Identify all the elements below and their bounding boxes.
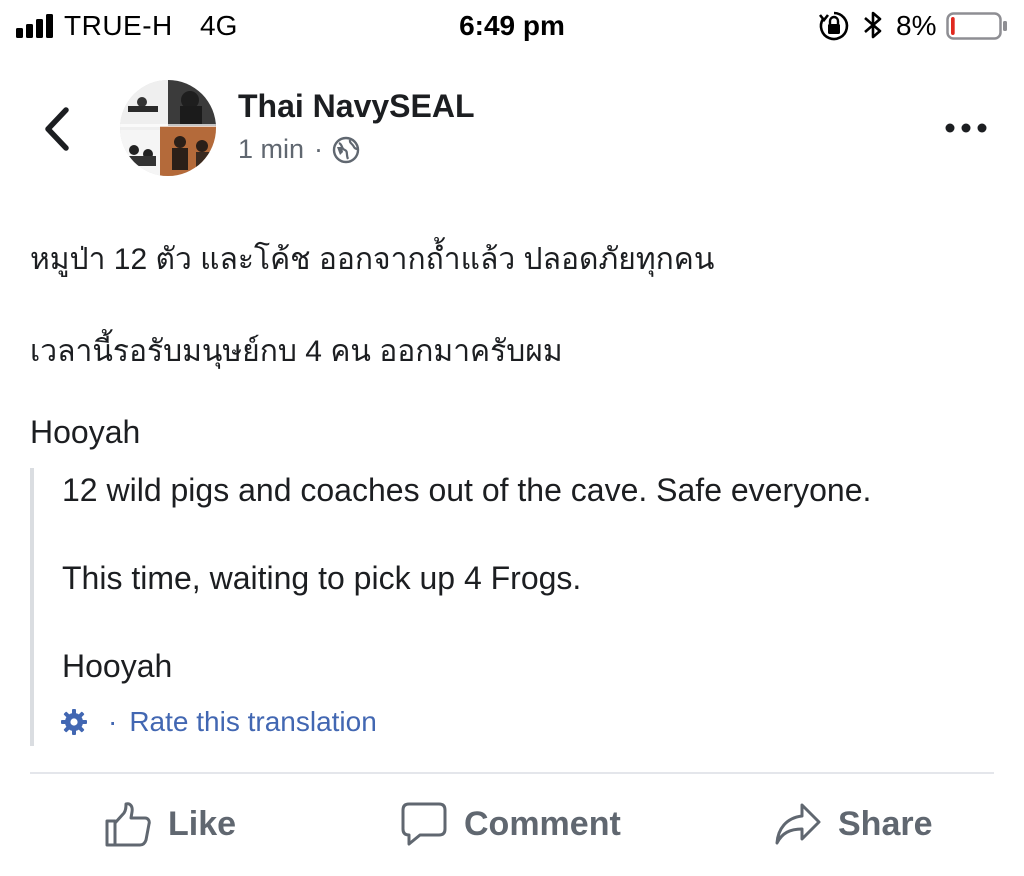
divider <box>30 772 994 774</box>
globe-icon <box>332 136 360 163</box>
page-avatar[interactable] <box>120 80 216 176</box>
translation-footer: · Rate this translation <box>60 706 377 738</box>
facebook-post-screen: TRUE-H 4G 6:49 pm 8% Thai NavySEAL 1 min… <box>0 0 1024 876</box>
share-button[interactable]: Share <box>774 800 933 848</box>
meta-separator: · <box>314 134 324 164</box>
translation-line: This time, waiting to pick up 4 Frogs. <box>62 560 582 596</box>
translation-line: 12 wild pigs and coaches out of the cave… <box>62 472 872 508</box>
post-timestamp[interactable]: 1 min <box>238 134 304 165</box>
thumbs-up-icon <box>105 802 151 847</box>
rotation-lock-icon <box>818 11 849 41</box>
footer-separator: · <box>108 706 118 737</box>
status-bar: TRUE-H 4G 6:49 pm 8% <box>0 0 1024 56</box>
post-meta: 1 min · <box>238 134 361 165</box>
like-label: Like <box>168 804 237 843</box>
post-text-line: Hooyah <box>30 414 141 450</box>
share-arrow-icon <box>775 803 821 845</box>
comment-label: Comment <box>464 804 621 843</box>
translation-block: 12 wild pigs and coaches out of the cave… <box>30 468 994 746</box>
back-chevron-icon[interactable] <box>40 104 76 154</box>
post-text-line: เวลานี้รอรับมนุษย์กบ 4 คน ออกมาครับผม <box>30 335 563 368</box>
translation-line: Hooyah <box>62 648 173 684</box>
more-options-icon[interactable] <box>944 118 988 138</box>
comment-bubble-icon <box>401 802 447 846</box>
battery-percent: 8% <box>896 10 937 41</box>
bluetooth-icon <box>864 11 882 39</box>
gear-icon[interactable] <box>60 708 88 736</box>
comment-button[interactable]: Comment <box>400 800 621 848</box>
rate-translation-link[interactable]: Rate this translation <box>129 706 376 738</box>
battery-icon <box>946 12 1007 40</box>
page-name[interactable]: Thai NavySEAL <box>238 88 475 125</box>
post-text-line: หมูป่า 12 ตัว และโค้ช ออกจากถ้ำแล้ว ปลอด… <box>30 243 715 276</box>
like-button[interactable]: Like <box>104 800 236 848</box>
share-label: Share <box>838 804 933 843</box>
